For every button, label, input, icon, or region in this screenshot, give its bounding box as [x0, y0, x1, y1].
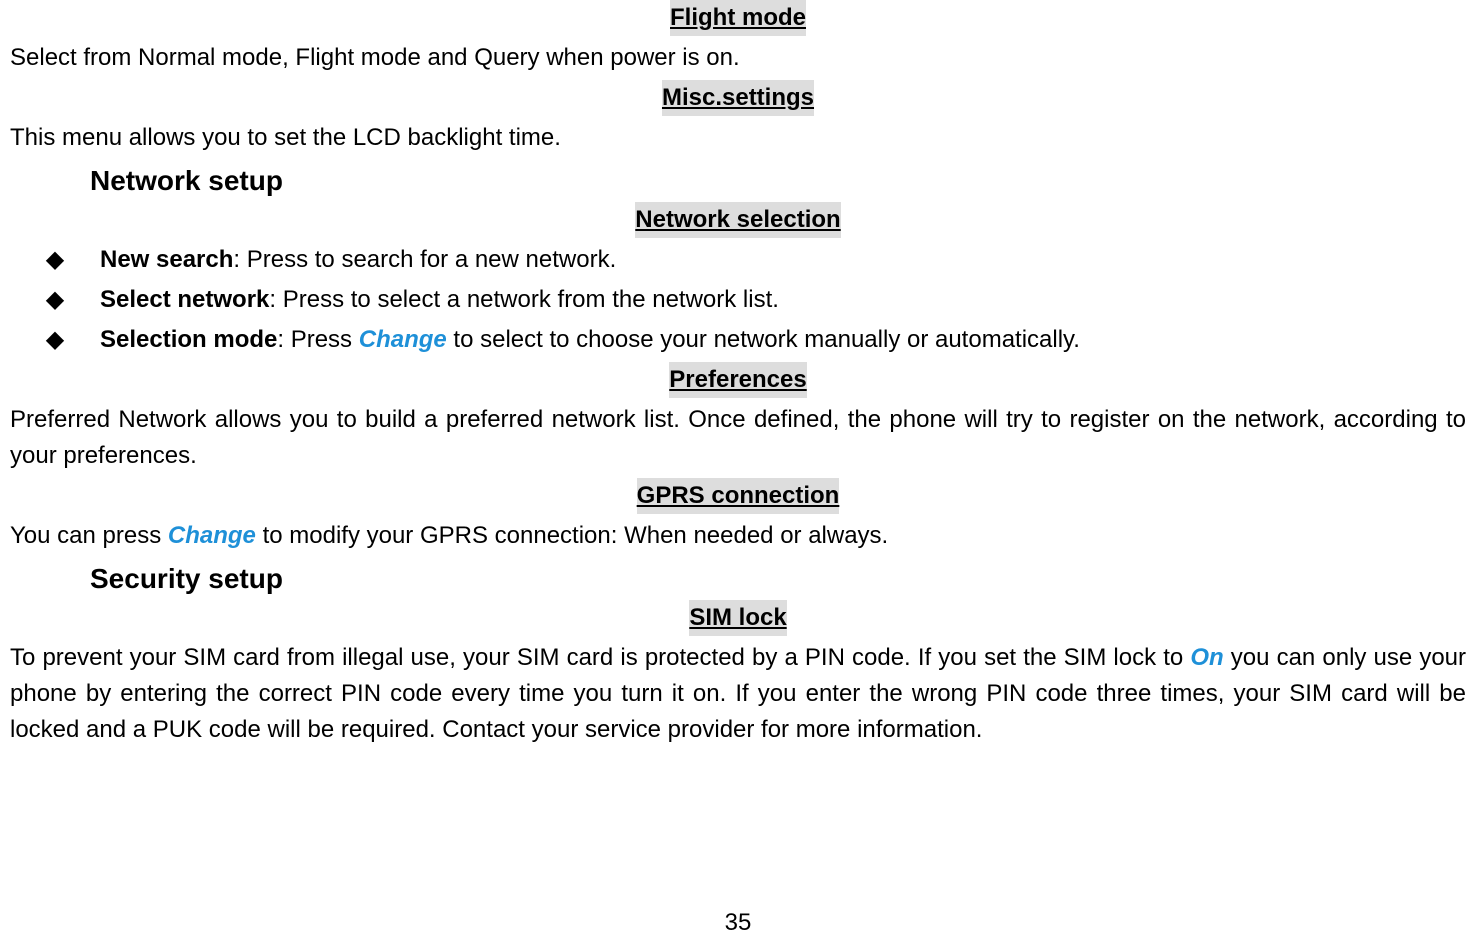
preferences-text: Preferred Network allows you to build a …	[10, 402, 1466, 474]
sim-lock-heading-row: SIM lock	[10, 600, 1466, 636]
change-keyword: Change	[168, 522, 256, 549]
network-setup-heading: Network setup	[90, 160, 1466, 202]
sim-lock-text: To prevent your SIM card from illegal us…	[10, 640, 1466, 748]
sim-lock-text-before: To prevent your SIM card from illegal us…	[10, 644, 1190, 671]
list-item-content: New search: Press to search for a new ne…	[100, 242, 1466, 278]
preferences-heading-row: Preferences	[10, 362, 1466, 398]
item-label: New search	[100, 246, 233, 273]
gprs-heading: GPRS connection	[637, 478, 840, 514]
list-item-content: Select network: Press to select a networ…	[100, 282, 1466, 318]
change-keyword: Change	[359, 326, 447, 353]
item-desc-before: : Press	[277, 326, 358, 353]
flight-mode-heading: Flight mode	[670, 0, 806, 36]
misc-settings-text: This menu allows you to set the LCD back…	[10, 120, 1466, 156]
network-selection-list: ◆ New search: Press to search for a new …	[10, 242, 1466, 358]
preferences-heading: Preferences	[669, 362, 806, 398]
item-desc-after: to select to choose your network manuall…	[447, 326, 1080, 353]
list-item: ◆ Selection mode: Press Change to select…	[10, 322, 1466, 358]
bullet-icon: ◆	[10, 322, 100, 358]
gprs-text: You can press Change to modify your GPRS…	[10, 518, 1466, 554]
network-selection-heading-row: Network selection	[10, 202, 1466, 238]
bullet-icon: ◆	[10, 242, 100, 278]
item-desc: : Press to select a network from the net…	[269, 286, 779, 313]
flight-mode-heading-row: Flight mode	[10, 0, 1466, 36]
gprs-text-before: You can press	[10, 522, 168, 549]
security-setup-heading: Security setup	[90, 558, 1466, 600]
document-page: Flight mode Select from Normal mode, Fli…	[0, 0, 1476, 947]
gprs-heading-row: GPRS connection	[10, 478, 1466, 514]
bullet-icon: ◆	[10, 282, 100, 318]
item-label: Select network	[100, 286, 269, 313]
flight-mode-text: Select from Normal mode, Flight mode and…	[10, 40, 1466, 76]
item-label: Selection mode	[100, 326, 277, 353]
list-item-content: Selection mode: Press Change to select t…	[100, 322, 1466, 358]
misc-settings-heading-row: Misc.settings	[10, 80, 1466, 116]
list-item: ◆ Select network: Press to select a netw…	[10, 282, 1466, 318]
sim-lock-heading: SIM lock	[689, 600, 786, 636]
page-number: 35	[0, 905, 1476, 941]
gprs-text-after: to modify your GPRS connection: When nee…	[256, 522, 888, 549]
network-selection-heading: Network selection	[635, 202, 840, 238]
misc-settings-heading: Misc.settings	[662, 80, 814, 116]
list-item: ◆ New search: Press to search for a new …	[10, 242, 1466, 278]
on-keyword: On	[1190, 644, 1223, 671]
item-desc: : Press to search for a new network.	[233, 246, 616, 273]
